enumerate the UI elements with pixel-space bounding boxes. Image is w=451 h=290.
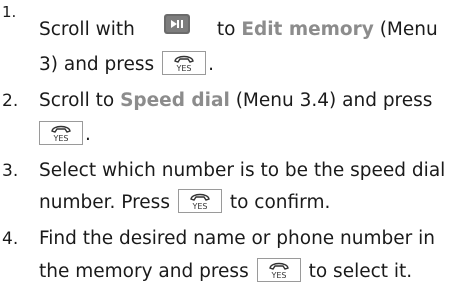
step-text: Find the desired name or phone number in (39, 228, 436, 249)
step-text: the memory and press (39, 261, 249, 282)
step-text: Scroll with (39, 19, 135, 40)
scroll-key-icon (163, 12, 191, 36)
step-text: Select which number is to be the speed d… (39, 160, 446, 181)
step-text: (Menu 3.4) and press (235, 90, 433, 111)
yes-key-label: YES (270, 271, 286, 280)
step-line: Scroll with to Edit memory (Menu (39, 13, 438, 47)
step-number: 1. (2, 3, 17, 21)
yes-key-label: YES (52, 134, 68, 143)
yes-key-icon: YES (177, 189, 222, 213)
step-line: Select which number is to be the speed d… (39, 154, 445, 188)
instruction-document: 1. Scroll with to Edit memory (Menu 3) an… (0, 0, 451, 290)
step-line: Find the desired name or phone number in (39, 222, 435, 256)
yes-key-label: YES (191, 202, 207, 211)
yes-key-icon: YES (162, 51, 207, 75)
step-text: to select it. (308, 261, 413, 282)
step-number: 3. (2, 161, 19, 181)
step-text: Scroll to (39, 90, 115, 111)
step-line: number. Press YES to confirm. (39, 186, 330, 220)
step-line: Scroll to Speed dial (Menu 3.4) and pres… (39, 84, 432, 118)
step-number: 2. (2, 91, 19, 111)
step-line: the memory and press YES to select it. (39, 255, 412, 289)
yes-key-icon: YES (39, 121, 83, 145)
step-text: to (216, 19, 236, 40)
step-text: . (208, 54, 215, 75)
yes-key-icon: YES (256, 258, 301, 282)
step-text: (Menu (379, 19, 438, 40)
step-line: YES. (39, 118, 91, 152)
yes-key-label: YES (176, 64, 192, 73)
step-text: 3) and press (39, 54, 155, 75)
menu-highlight: Edit memory (241, 19, 374, 40)
step-line: 3) and press YES. (39, 48, 214, 82)
step-number: 4. (2, 229, 19, 249)
step-text: to confirm. (229, 192, 331, 213)
step-text: . (85, 124, 91, 145)
menu-highlight: Speed dial (120, 90, 230, 111)
step-text: number. Press (39, 192, 170, 213)
